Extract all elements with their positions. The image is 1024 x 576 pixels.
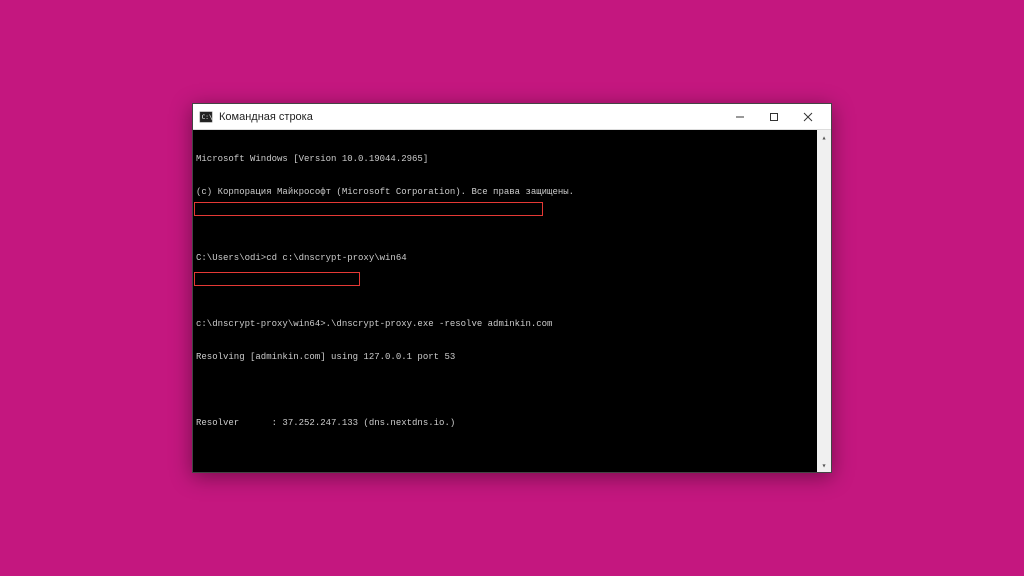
output-line: Resolver : 37.252.247.133 (dns.nextdns.i… bbox=[196, 418, 817, 429]
output-line bbox=[196, 286, 817, 297]
output-line: (c) Корпорация Майкрософт (Microsoft Cor… bbox=[196, 187, 817, 198]
output-line bbox=[196, 451, 817, 462]
close-button[interactable] bbox=[791, 105, 825, 129]
output-line: Resolving [adminkin.com] using 127.0.0.1… bbox=[196, 352, 817, 363]
scrollbar-up-button[interactable]: ▴ bbox=[817, 130, 831, 144]
output-line: C:\Users\odi>cd c:\dnscrypt-proxy\win64 bbox=[196, 253, 817, 264]
command-prompt-window: C:\ Командная строка Microsoft Windows [… bbox=[192, 103, 832, 473]
output-line: Microsoft Windows [Version 10.0.19044.29… bbox=[196, 154, 817, 165]
cmd-icon: C:\ bbox=[199, 110, 213, 124]
output-line bbox=[196, 385, 817, 396]
titlebar[interactable]: C:\ Командная строка bbox=[193, 104, 831, 130]
window-title: Командная строка bbox=[219, 111, 723, 123]
scrollbar-down-button[interactable]: ▾ bbox=[817, 458, 831, 472]
scrollbar[interactable]: ▴ ▾ bbox=[817, 130, 831, 472]
window-controls bbox=[723, 105, 825, 129]
output-line bbox=[196, 220, 817, 231]
maximize-button[interactable] bbox=[757, 105, 791, 129]
output-line: c:\dnscrypt-proxy\win64>.\dnscrypt-proxy… bbox=[196, 319, 817, 330]
svg-text:C:\: C:\ bbox=[202, 113, 213, 120]
terminal-body[interactable]: Microsoft Windows [Version 10.0.19044.29… bbox=[193, 130, 831, 472]
minimize-button[interactable] bbox=[723, 105, 757, 129]
terminal-output: Microsoft Windows [Version 10.0.19044.29… bbox=[196, 132, 817, 472]
